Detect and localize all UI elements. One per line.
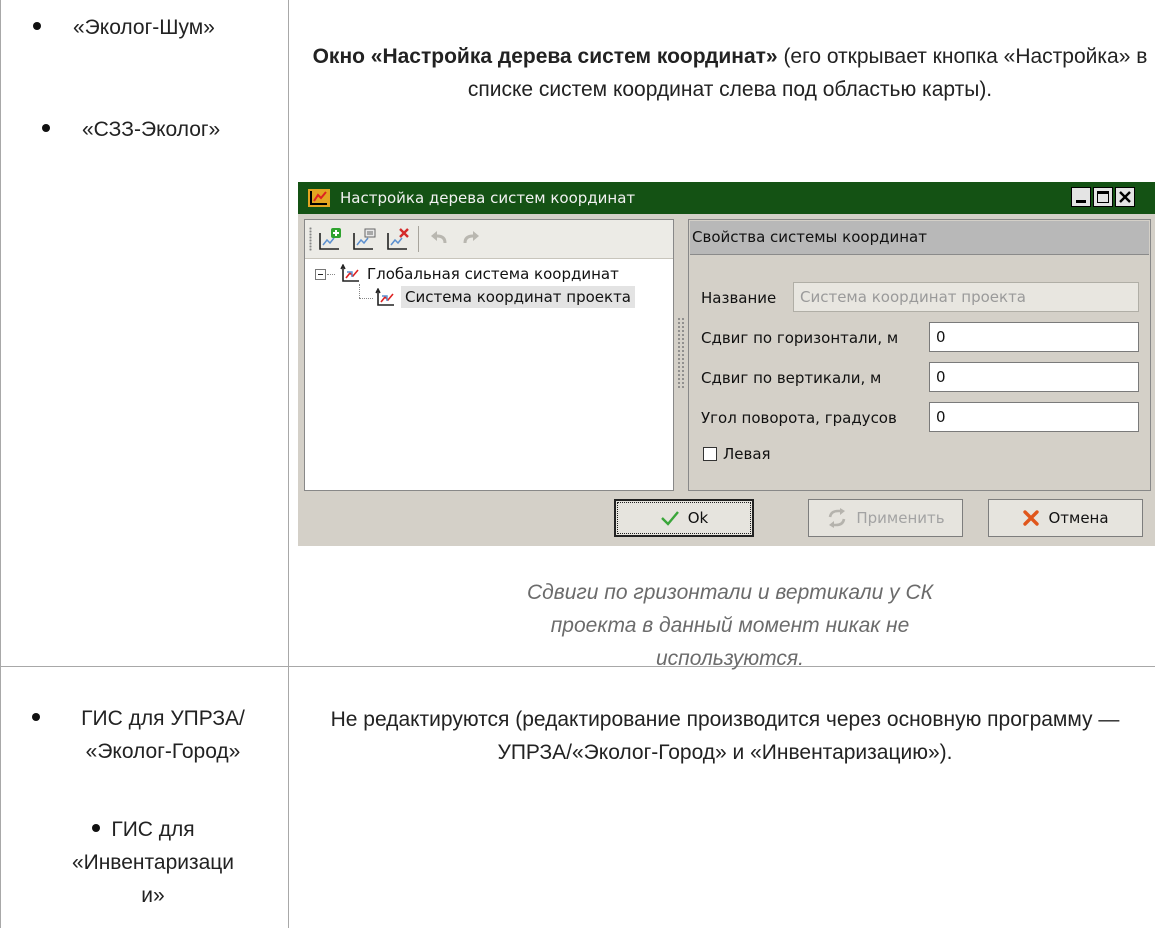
ok-button-label: Ok — [687, 509, 709, 527]
rotation-angle-label: Угол поворота, градусов — [701, 409, 897, 427]
refresh-icon — [829, 508, 846, 528]
tree-item-global-cs[interactable]: Глобальная система координат — [367, 265, 619, 283]
properties-header: Свойства системы координат — [690, 221, 1149, 255]
list-item-text: «СЗЗ-Эколог» — [82, 118, 221, 141]
toolbar-separator — [418, 226, 419, 252]
tree-toolbar — [305, 220, 673, 259]
shift-vertical-field[interactable]: 0 — [929, 362, 1139, 392]
dialog-description-bold: Окно «Настройка дерева систем координат» — [312, 45, 778, 68]
close-button[interactable] — [1115, 187, 1135, 207]
list-item-text: ГИС для УПРЗА/ «Эколог-Город» — [81, 707, 245, 763]
cancel-icon — [1023, 510, 1040, 526]
list-item: «СЗЗ-Эколог» — [42, 115, 220, 145]
window-title: Настройка дерева систем координат — [340, 189, 636, 207]
checkmark-icon — [660, 511, 679, 526]
rotation-angle-field[interactable]: 0 — [929, 402, 1139, 432]
tree-connector — [359, 284, 360, 298]
window-titlebar: Настройка дерева систем координат — [298, 182, 1155, 214]
dialog-description: Окно «Настройка дерева систем координат»… — [310, 40, 1150, 106]
coordinate-tree-settings-window: Настройка дерева систем координат Глобал… — [298, 182, 1155, 546]
shift-vertical-label: Сдвиг по вертикали, м — [701, 369, 882, 387]
list-item-text: «Эколог-Шум» — [73, 16, 215, 39]
shift-horizontal-field[interactable]: 0 — [929, 322, 1139, 352]
tree-connector — [359, 298, 373, 299]
list-item: «Эколог-Шум» — [33, 13, 215, 43]
tree-expander[interactable] — [315, 269, 326, 280]
close-icon — [1119, 191, 1131, 203]
list-item — [32, 704, 40, 721]
properties-panel: Свойства системы координат Название Сист… — [688, 219, 1151, 491]
tree-item-project-cs[interactable]: Система координат проекта — [401, 286, 635, 308]
edit-coordinate-system-icon[interactable] — [351, 228, 377, 252]
splitter-handle[interactable] — [677, 317, 685, 389]
redo-icon[interactable] — [461, 231, 481, 247]
delete-coordinate-system-icon[interactable] — [385, 228, 411, 252]
toolbar-grip — [309, 227, 312, 251]
ok-button[interactable]: Ok — [614, 499, 754, 537]
properties-header-label: Свойства системы координат — [692, 228, 927, 246]
name-field: Система координат проекта — [793, 282, 1139, 312]
bullet-icon — [32, 713, 40, 721]
bullet-icon — [42, 124, 50, 132]
apply-button[interactable]: Применить — [808, 499, 963, 537]
figure-caption: Сдвиги по гризонтали и вертикали у СК пр… — [526, 581, 934, 670]
shift-horizontal-label: Сдвиг по горизонтали, м — [701, 329, 899, 347]
maximize-button[interactable] — [1093, 187, 1113, 207]
left-checkbox-label[interactable]: Левая — [723, 445, 771, 463]
left-checkbox[interactable] — [703, 447, 717, 461]
collapse-icon — [318, 274, 323, 275]
undo-icon[interactable] — [429, 231, 449, 247]
maximize-icon — [1097, 191, 1109, 203]
tree-panel: Глобальная система координат Система коо… — [304, 219, 674, 491]
coordinate-system-icon — [375, 288, 394, 306]
list-item-text: ГИС для «Инвентаризаци и» — [71, 818, 235, 907]
minimize-button[interactable] — [1071, 187, 1091, 207]
cancel-button-label: Отмена — [1048, 509, 1109, 527]
coordinate-system-icon — [340, 264, 359, 282]
not-editable-note: Не редактируются (редактирование произво… — [330, 708, 1120, 764]
cancel-button[interactable]: Отмена — [988, 499, 1143, 537]
name-label: Название — [701, 289, 777, 307]
minimize-icon — [1076, 200, 1086, 203]
bottom-left-cell: ГИС для УПРЗА/ «Эколог-Город» ГИС для «И… — [0, 666, 288, 928]
bullet-icon — [33, 22, 41, 30]
coordinate-system-icon — [308, 189, 330, 207]
add-coordinate-system-icon[interactable] — [317, 228, 343, 252]
apply-button-label: Применить — [856, 509, 945, 527]
table-column-divider — [288, 0, 289, 928]
tree-connector — [327, 274, 335, 275]
